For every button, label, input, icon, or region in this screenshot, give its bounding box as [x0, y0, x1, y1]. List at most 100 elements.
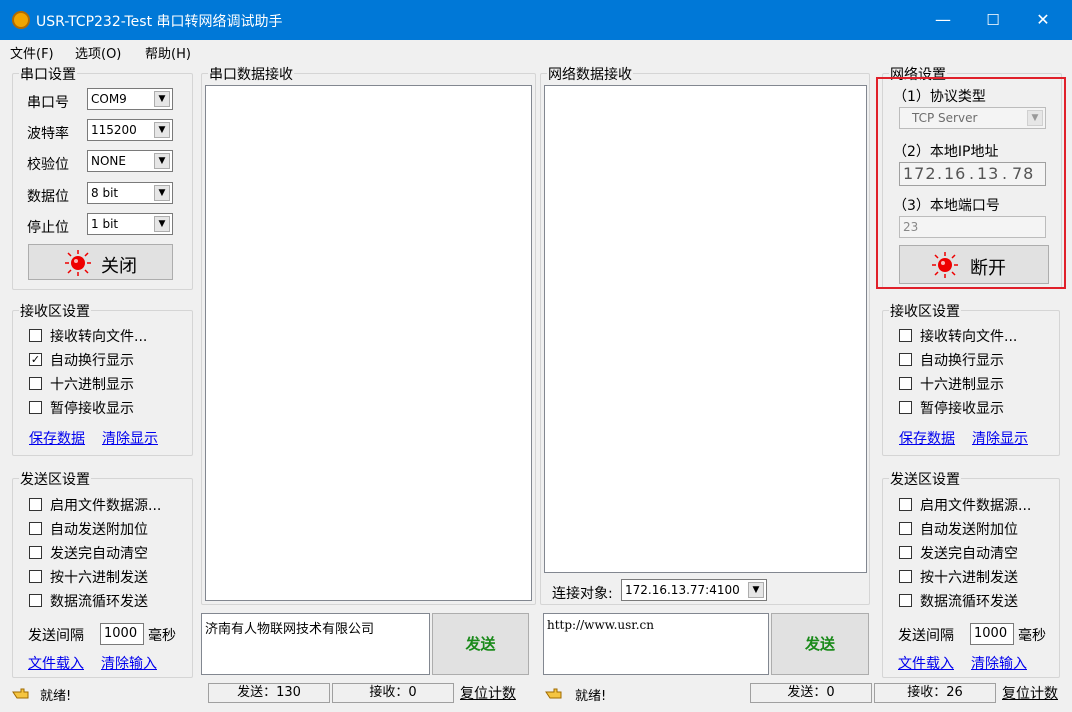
left-send-opt2-label: 自动发送附加位 — [50, 522, 148, 538]
hand-pointer-icon — [12, 686, 30, 700]
network-send-textarea[interactable]: http://www.usr.cn — [543, 613, 769, 675]
ip-dot: . — [937, 164, 944, 183]
left-send-settings-title: 发送区设置 — [19, 469, 91, 489]
ip-label: （2）本地IP地址 — [893, 144, 999, 160]
target-label: 连接对象: — [552, 586, 613, 602]
ip-input[interactable]: 172 . 16 . 13 . 78 — [899, 162, 1046, 186]
serial-receive-group: 串口数据接收 — [201, 64, 536, 605]
right-recv-opt1-checkbox[interactable] — [899, 329, 912, 342]
left-send-opt5-label: 数据流循环发送 — [50, 594, 148, 610]
right-send-settings-group: 发送区设置 启用文件数据源... 自动发送附加位 发送完自动清空 按十六进制发送… — [882, 469, 1060, 678]
menu-options[interactable]: 选项(O) — [75, 43, 121, 62]
right-receive-settings-title: 接收区设置 — [889, 301, 961, 321]
right-interval-unit: 毫秒 — [1018, 628, 1046, 644]
parity-select[interactable]: NONE ▼ — [87, 150, 173, 172]
right-send-opt3-checkbox[interactable] — [899, 546, 912, 559]
chevron-down-icon: ▼ — [154, 122, 170, 138]
left-interval-input[interactable]: 1000 — [100, 623, 144, 645]
right-received-count: 接收：26 — [874, 683, 996, 703]
right-send-opt1-checkbox[interactable] — [899, 498, 912, 511]
network-receive-textarea[interactable] — [544, 85, 867, 573]
menu-bar: 文件(F) 选项(O) 帮助(H) — [0, 40, 1072, 62]
right-recv-opt3-checkbox[interactable] — [899, 377, 912, 390]
left-load-file-link[interactable]: 文件载入 — [28, 653, 84, 673]
serial-send-textarea[interactable]: 济南有人物联网技术有限公司 — [201, 613, 430, 675]
right-interval-input[interactable]: 1000 — [970, 623, 1014, 645]
left-reset-count-button[interactable]: 复位计数 — [460, 683, 516, 703]
title-bar[interactable]: USR-TCP232-Test 串口转网络调试助手 — ☐ ✕ — [0, 0, 1072, 40]
left-send-opt5-checkbox[interactable] — [29, 594, 42, 607]
ip-octet-1: 172 — [903, 164, 937, 183]
left-clear-input-link[interactable]: 清除输入 — [101, 653, 157, 673]
right-save-data-link[interactable]: 保存数据 — [899, 428, 955, 448]
left-clear-display-link[interactable]: 清除显示 — [102, 428, 158, 448]
stopbits-label: 停止位 — [27, 220, 69, 236]
serial-toggle-button[interactable]: 关闭 — [28, 244, 173, 280]
network-toggle-button[interactable]: 断开 — [899, 245, 1049, 284]
chevron-down-icon: ▼ — [1027, 110, 1043, 126]
right-send-opt2-label: 自动发送附加位 — [920, 522, 1018, 538]
right-send-opt3-label: 发送完自动清空 — [920, 546, 1018, 562]
right-send-opt4-checkbox[interactable] — [899, 570, 912, 583]
right-load-file-link[interactable]: 文件载入 — [898, 653, 954, 673]
chevron-down-icon: ▼ — [154, 153, 170, 169]
left-recv-opt2-label: 自动换行显示 — [50, 353, 134, 369]
left-send-opt4-checkbox[interactable] — [29, 570, 42, 583]
databits-label: 数据位 — [27, 189, 69, 205]
right-status-ready: 就绪! — [575, 689, 607, 704]
menu-help[interactable]: 帮助(H) — [145, 43, 191, 62]
indicator-icon — [932, 252, 958, 278]
port-select[interactable]: COM9 ▼ — [87, 88, 173, 110]
local-port-input[interactable]: 23 — [899, 216, 1046, 238]
right-send-opt1-label: 启用文件数据源... — [920, 498, 1032, 514]
protocol-value: TCP Server — [912, 111, 978, 125]
right-send-settings-title: 发送区设置 — [889, 469, 961, 489]
serial-settings-title: 串口设置 — [19, 64, 77, 84]
maximize-button[interactable]: ☐ — [968, 0, 1018, 40]
left-recv-opt3-checkbox[interactable] — [29, 377, 42, 390]
ip-octet-2: 16 — [944, 164, 967, 183]
right-send-opt5-label: 数据流循环发送 — [920, 594, 1018, 610]
left-recv-opt1-label: 接收转向文件... — [50, 329, 148, 345]
right-recv-opt3-label: 十六进制显示 — [920, 377, 1004, 393]
close-button[interactable]: ✕ — [1018, 0, 1068, 40]
left-send-opt1-checkbox[interactable] — [29, 498, 42, 511]
left-send-opt3-checkbox[interactable] — [29, 546, 42, 559]
protocol-select[interactable]: TCP Server ▼ — [899, 107, 1046, 129]
right-clear-input-link[interactable]: 清除输入 — [971, 653, 1027, 673]
baud-select[interactable]: 115200 ▼ — [87, 119, 173, 141]
left-send-opt4-label: 按十六进制发送 — [50, 570, 148, 586]
left-recv-opt1-checkbox[interactable] — [29, 329, 42, 342]
right-interval-label: 发送间隔 — [898, 628, 954, 644]
right-reset-count-button[interactable]: 复位计数 — [1002, 683, 1072, 703]
left-sent-count: 发送：130 — [208, 683, 330, 703]
right-recv-opt2-checkbox[interactable] — [899, 353, 912, 366]
right-send-opt2-checkbox[interactable] — [899, 522, 912, 535]
menu-file[interactable]: 文件(F) — [10, 43, 54, 62]
serial-toggle-label: 关闭 — [101, 256, 137, 277]
stopbits-select[interactable]: 1 bit ▼ — [87, 213, 173, 235]
databits-select[interactable]: 8 bit ▼ — [87, 182, 173, 204]
ip-octet-3: 13 — [977, 164, 1000, 183]
left-recv-opt2-checkbox[interactable]: ✓ — [29, 353, 42, 366]
right-recv-opt4-checkbox[interactable] — [899, 401, 912, 414]
target-select[interactable]: 172.16.13.77:4100 ▼ — [621, 579, 767, 601]
right-sent-count: 发送：0 — [750, 683, 872, 703]
network-send-button[interactable]: 发送 — [771, 613, 869, 675]
left-save-data-link[interactable]: 保存数据 — [29, 428, 85, 448]
port-label: 串口号 — [27, 95, 69, 111]
right-send-opt5-checkbox[interactable] — [899, 594, 912, 607]
serial-settings-group: 串口设置 串口号 COM9 ▼ 波特率 115200 ▼ 校验位 NONE ▼ 数据位… — [12, 64, 193, 290]
minimize-button[interactable]: — — [918, 0, 968, 40]
chevron-down-icon: ▼ — [154, 91, 170, 107]
left-received-count: 接收：0 — [332, 683, 454, 703]
serial-send-button[interactable]: 发送 — [432, 613, 529, 675]
right-clear-display-link[interactable]: 清除显示 — [972, 428, 1028, 448]
left-recv-opt4-checkbox[interactable] — [29, 401, 42, 414]
parity-value: NONE — [91, 154, 126, 168]
ip-dot: . — [969, 164, 976, 183]
left-receive-settings-title: 接收区设置 — [19, 301, 91, 321]
parity-label: 校验位 — [27, 157, 69, 173]
left-send-opt2-checkbox[interactable] — [29, 522, 42, 535]
serial-receive-textarea[interactable] — [205, 85, 532, 601]
